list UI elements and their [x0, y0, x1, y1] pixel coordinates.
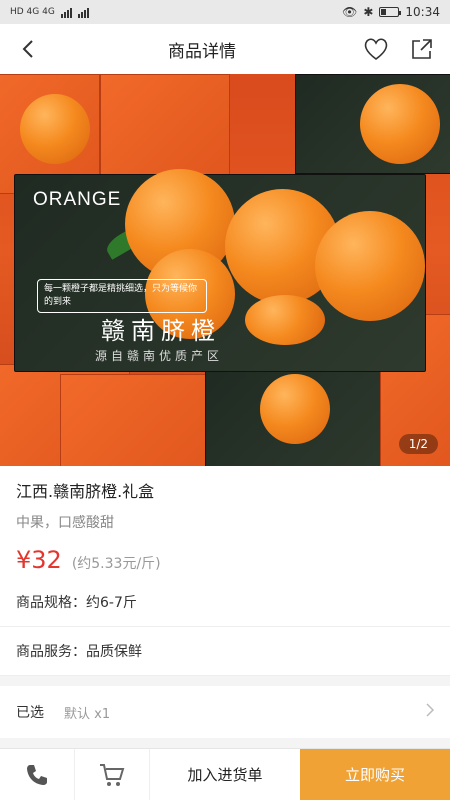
spec-label: 商品规格：	[16, 595, 86, 611]
add-to-order-button[interactable]: 加入进货单	[150, 749, 300, 800]
service-label: 商品服务：	[16, 644, 86, 660]
selected-value: 默认 x1	[64, 706, 111, 722]
section-divider	[0, 738, 450, 748]
box-title: 赣南脐橙	[101, 317, 221, 345]
battery-icon	[379, 7, 402, 17]
selected-option-row[interactable]: 已选 默认 x1	[0, 686, 450, 738]
signal-icon	[60, 7, 72, 18]
bg-box	[100, 74, 230, 184]
unit-price: (约5.33元/斤)	[71, 556, 161, 572]
spec-row: 商品规格：约6-7斤	[0, 578, 450, 627]
status-bar: HD 4G 4G 👁 ✱ 10:34	[0, 0, 450, 24]
clock: 10:34	[405, 5, 440, 19]
product-name: 江西.赣南脐橙.礼盒	[16, 482, 155, 501]
page-title: 商品详情	[168, 41, 236, 62]
service-value: 品质保鲜	[86, 644, 142, 660]
product-detail-page: HD 4G 4G 👁 ✱ 10:34 商品详情 ORANGE 每一颗橙子都是精挑…	[0, 0, 450, 800]
product-price: ¥32	[16, 546, 62, 574]
chevron-right-icon	[426, 703, 435, 721]
price-row: ¥32 (约5.33元/斤)	[16, 546, 434, 574]
phone-icon[interactable]	[0, 749, 75, 800]
box-brand: ORANGE	[33, 189, 122, 210]
eye-icon: 👁	[342, 5, 358, 19]
spec-value: 约6-7斤	[86, 595, 137, 611]
nav-bar: 商品详情	[0, 24, 450, 74]
cart-icon[interactable]	[75, 749, 150, 800]
product-info: 江西.赣南脐橙.礼盒 中果，口感酸甜 ¥32 (约5.33元/斤)	[0, 466, 450, 574]
heart-icon[interactable]	[362, 35, 390, 63]
selected-left: 已选 默认 x1	[16, 702, 110, 722]
bluetooth-icon: ✱	[363, 5, 374, 19]
service-row: 商品服务：品质保鲜	[0, 627, 450, 676]
orange-fruit	[360, 84, 440, 164]
box-subtitle: 源自赣南优质产区	[95, 349, 224, 363]
product-desc: 中果，口感酸甜	[16, 515, 114, 531]
share-icon[interactable]	[408, 35, 436, 63]
nav-actions	[362, 35, 436, 63]
bg-box	[60, 374, 220, 466]
network-indicator: HD 4G 4G	[10, 7, 55, 17]
orange-fruit	[315, 211, 425, 321]
selected-label: 已选	[16, 705, 44, 721]
orange-fruit	[20, 94, 90, 164]
status-left: HD 4G 4G	[10, 7, 89, 18]
orange-fruit	[245, 295, 325, 345]
status-right: 👁 ✱ 10:34	[342, 5, 440, 19]
gift-box: ORANGE 每一颗橙子都是精挑细选，只为等候你的到来 赣南脐橙 源自赣南优质产…	[14, 169, 426, 372]
orange-fruit	[260, 374, 330, 444]
buy-now-button[interactable]: 立即购买	[300, 749, 450, 800]
section-divider	[0, 676, 450, 686]
box-tag: 每一颗橙子都是精挑细选，只为等候你的到来	[37, 279, 207, 313]
image-counter: 1/2	[398, 434, 438, 454]
chevron-left-icon[interactable]	[14, 35, 42, 63]
product-image-carousel[interactable]: ORANGE 每一颗橙子都是精挑细选，只为等候你的到来 赣南脐橙 源自赣南优质产…	[0, 74, 450, 466]
bottom-action-bar: 加入进货单 立即购买	[0, 748, 450, 800]
signal-icon-2	[77, 7, 89, 18]
